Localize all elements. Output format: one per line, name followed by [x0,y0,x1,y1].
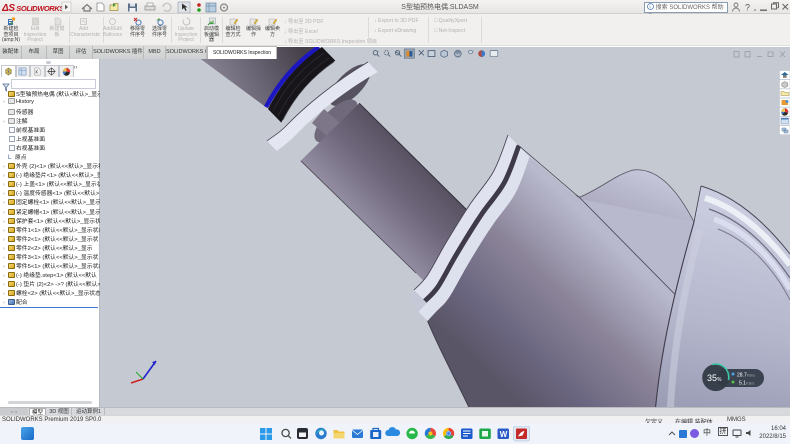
svg-text:i: i [650,4,651,10]
svg-text:W: W [500,430,508,439]
svg-text:?: ? [745,3,750,13]
